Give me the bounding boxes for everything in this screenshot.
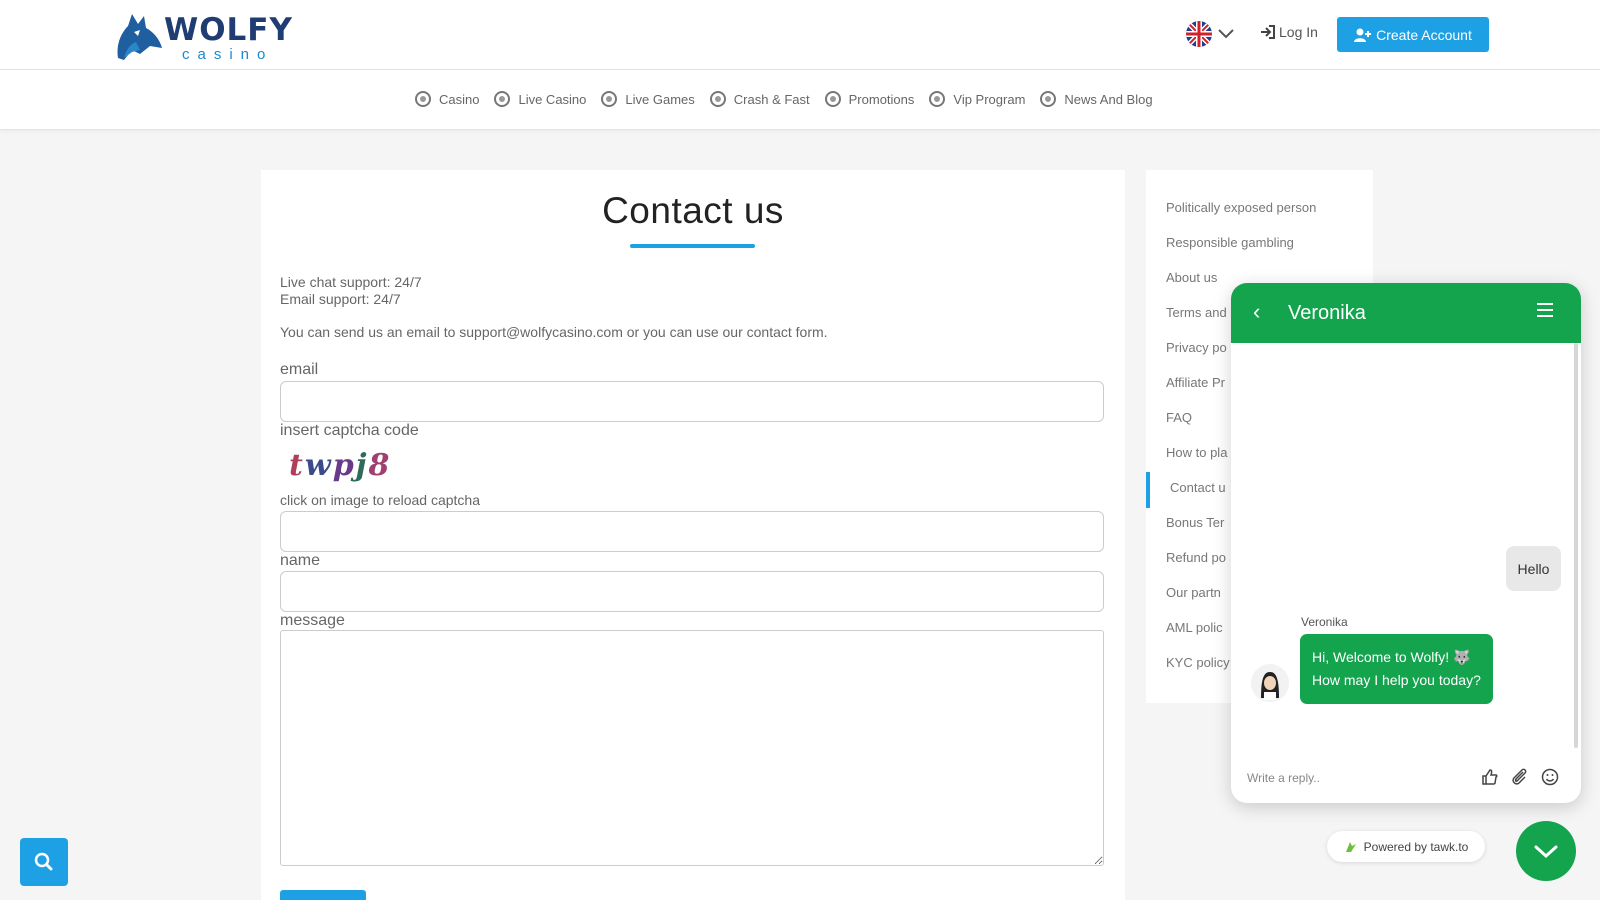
page-title: Contact us — [602, 190, 784, 231]
nav-item-live-games[interactable]: Live Games — [601, 91, 695, 107]
user-message: Hello — [1506, 546, 1561, 591]
uk-flag-icon — [1186, 21, 1212, 47]
sidebar-item-aml[interactable]: AML polic — [1166, 620, 1223, 635]
search-icon — [34, 852, 53, 871]
rocket-icon — [709, 91, 726, 107]
crown-icon — [929, 91, 946, 107]
search-button[interactable] — [20, 838, 68, 886]
captcha-label: insert captcha code — [280, 422, 419, 439]
sidebar-item-contact[interactable]: Contact u — [1170, 480, 1226, 495]
captcha-field[interactable] — [280, 511, 1104, 552]
chat-scrollbar[interactable] — [1574, 343, 1578, 748]
nav-item-crash-fast[interactable]: Crash & Fast — [709, 91, 810, 107]
email-label: email — [280, 361, 319, 378]
chat-agent-name: Veronika — [1288, 302, 1366, 324]
chat-header: ‹ Veronika — [1231, 283, 1581, 343]
chat-toggle-button[interactable] — [1516, 821, 1576, 881]
contact-intro: You can send us an email to support@wolf… — [280, 324, 828, 340]
agent-message: Hi, Welcome to Wolfy! 🐺 How may I help y… — [1300, 634, 1493, 704]
nav-item-label: Live Games — [625, 91, 695, 107]
captcha-image[interactable]: twpj8 — [289, 448, 389, 493]
contact-card: Contact us Live chat support: 24/7 Email… — [261, 170, 1125, 900]
message-label: message — [280, 612, 345, 629]
casino-icon — [415, 91, 431, 107]
agent-avatar — [1251, 664, 1289, 702]
tawk-icon — [1345, 841, 1356, 852]
sidebar-item-responsible-gambling[interactable]: Responsible gambling — [1166, 235, 1294, 250]
chevron-down-icon — [1218, 29, 1234, 39]
add-user-icon — [1354, 28, 1372, 42]
chevron-left-icon[interactable]: ‹ — [1253, 299, 1260, 325]
name-field[interactable] — [280, 571, 1104, 612]
nav-item-label: Vip Program — [953, 91, 1026, 107]
live-casino-icon — [494, 91, 511, 107]
language-selector[interactable] — [1186, 21, 1234, 47]
login-icon — [1261, 25, 1275, 39]
live-games-icon — [601, 91, 618, 107]
powered-by-badge[interactable]: Powered by tawk.to — [1327, 831, 1485, 862]
sidebar-item-about-us[interactable]: About us — [1166, 270, 1217, 285]
emoji-icon[interactable] — [1541, 768, 1559, 786]
main-nav: Casino Live Casino Live Games Crash & Fa… — [0, 70, 1600, 130]
agent-label: Veronika — [1301, 615, 1348, 629]
attachment-icon[interactable] — [1511, 768, 1529, 786]
submit-button[interactable] — [280, 890, 366, 900]
create-account-label: Create Account — [1376, 26, 1472, 43]
thumbs-up-icon[interactable] — [1481, 768, 1499, 786]
sidebar-item-terms[interactable]: Terms and — [1166, 305, 1227, 320]
create-account-button[interactable]: Create Account — [1337, 17, 1489, 52]
sidebar-active-indicator — [1146, 472, 1150, 508]
menu-icon[interactable] — [1537, 303, 1553, 317]
sidebar-item-affiliate[interactable]: Affiliate Pr — [1166, 375, 1225, 390]
nav-item-label: News And Blog — [1064, 91, 1153, 107]
chat-tools — [1481, 768, 1559, 786]
nav-item-news-blog[interactable]: News And Blog — [1040, 91, 1153, 107]
powered-by-label: Powered by tawk.to — [1363, 839, 1469, 854]
sidebar-item-politically-exposed[interactable]: Politically exposed person — [1166, 200, 1316, 215]
news-icon — [1040, 91, 1057, 107]
agent-message-line-2: How may I help you today? — [1312, 672, 1481, 688]
gift-icon — [824, 91, 841, 107]
nav-item-live-casino[interactable]: Live Casino — [494, 91, 586, 107]
sidebar-item-partners[interactable]: Our partn — [1166, 585, 1221, 600]
sidebar-item-refund[interactable]: Refund po — [1166, 550, 1226, 565]
nav-item-promotions[interactable]: Promotions — [824, 91, 915, 107]
captcha-hint: click on image to reload captcha — [280, 492, 480, 508]
live-chat-info: Live chat support: 24/7 — [280, 274, 422, 290]
nav-item-label: Crash & Fast — [733, 91, 810, 107]
nav-item-casino[interactable]: Casino — [415, 91, 479, 107]
site-header: WOLFY casino Log In Create Account — [0, 0, 1600, 70]
wolf-icon — [117, 14, 162, 60]
sidebar-item-faq[interactable]: FAQ — [1166, 410, 1192, 425]
nav-item-vip-program[interactable]: Vip Program — [929, 91, 1025, 107]
nav-item-label: Promotions — [848, 91, 915, 107]
email-field[interactable] — [280, 381, 1104, 422]
nav-item-label: Live Casino — [518, 91, 587, 107]
agent-message-line-1: Hi, Welcome to Wolfy! 🐺 — [1312, 649, 1471, 665]
site-logo[interactable]: WOLFY casino — [110, 10, 292, 63]
login-link[interactable]: Log In — [1260, 24, 1318, 40]
sidebar-item-privacy[interactable]: Privacy po — [1166, 340, 1227, 355]
logo-text: WOLFY — [164, 12, 293, 48]
nav-item-label: Casino — [439, 91, 480, 107]
nav-list: Casino Live Casino Live Games Crash & Fa… — [415, 91, 1153, 107]
message-field[interactable] — [280, 630, 1104, 866]
chevron-down-icon — [1534, 845, 1558, 859]
logo-subtitle: casino — [182, 46, 274, 63]
sidebar-item-bonus-terms[interactable]: Bonus Ter — [1166, 515, 1224, 530]
title-underline — [630, 244, 755, 248]
chat-widget: ‹ Veronika Hello Veronika Hi, Welcome to… — [1231, 283, 1581, 803]
name-label: name — [280, 552, 321, 569]
reply-input[interactable]: Write a reply.. — [1247, 771, 1320, 785]
email-support-info: Email support: 24/7 — [280, 291, 401, 307]
sidebar-item-how-to-play[interactable]: How to pla — [1166, 445, 1227, 460]
sidebar-item-kyc[interactable]: KYC policy — [1166, 655, 1230, 670]
login-label: Log In — [1279, 24, 1318, 40]
